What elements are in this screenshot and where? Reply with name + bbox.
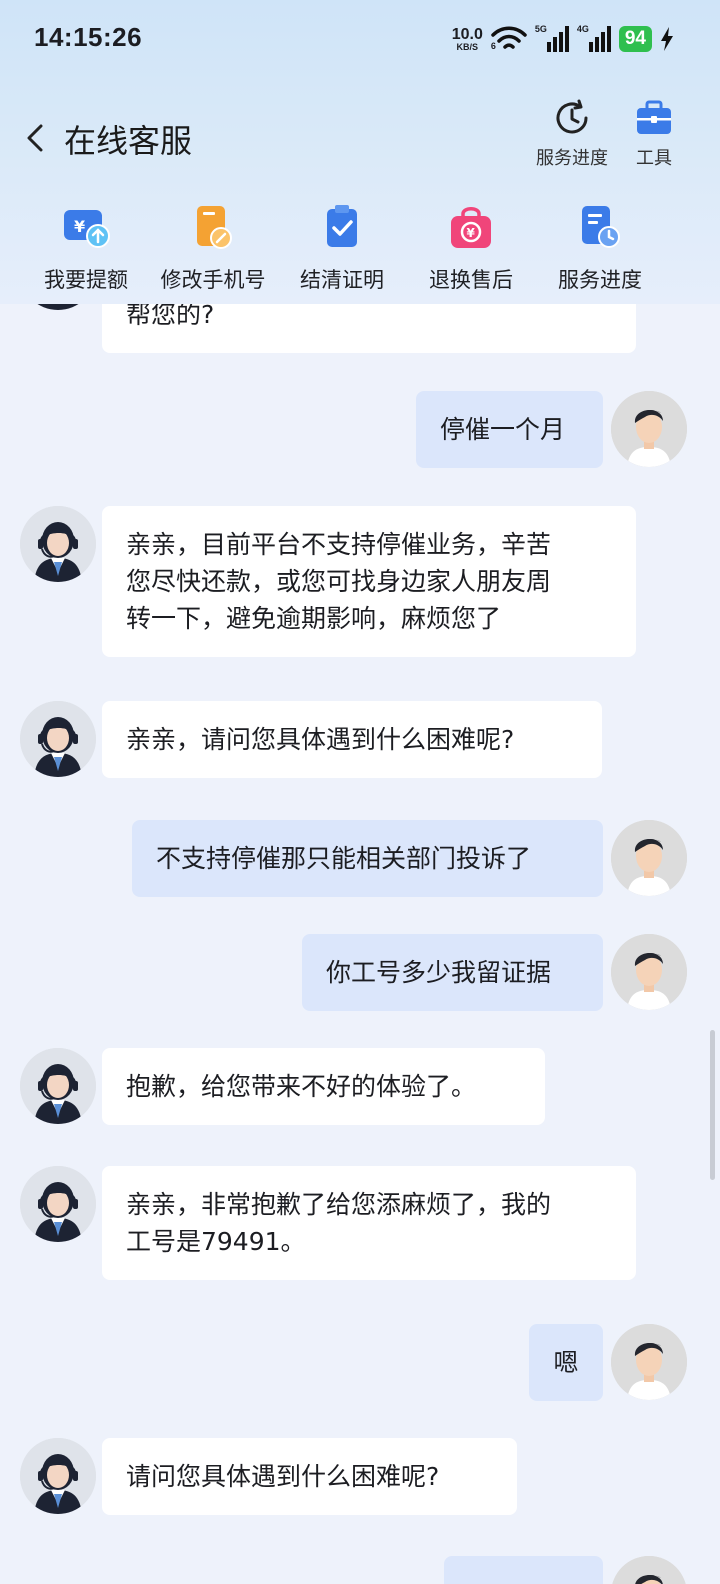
message-text: 不支持停催那只能相关部门投诉了 xyxy=(156,844,532,873)
phone-edit-icon xyxy=(197,206,232,249)
user-message-bubble: 你工号多少我留证据 xyxy=(302,934,603,1011)
svg-text:¥: ¥ xyxy=(74,217,85,236)
quick-item-change-phone[interactable]: 修改手机号 xyxy=(148,204,278,294)
message-text: 请问您具体遇到什么困难呢? xyxy=(126,1462,440,1491)
scrollbar-thumb[interactable] xyxy=(710,1030,715,1180)
message-line: 转一下，避免逾期影响，麻烦您了 xyxy=(126,604,502,633)
agent-avatar xyxy=(20,1048,96,1124)
signal-5g-tag: 5G xyxy=(534,24,547,34)
user-avatar xyxy=(611,820,687,896)
user-message-bubble: 停催一个月 xyxy=(416,391,603,468)
agent-message-bubble: 亲亲，非常抱歉了给您添麻烦了，我的 工号是79491。 xyxy=(102,1166,636,1280)
message-text: 亲亲，请问您具体遇到什么困难呢? xyxy=(126,725,515,754)
user-message-bubble: 嗯 xyxy=(529,1324,603,1401)
document-clock-icon xyxy=(582,206,620,248)
agent-message-bubble: 请问您具体遇到什么困难呢? xyxy=(102,1438,517,1515)
quick-item-raise-limit[interactable]: ¥ 我要提额 xyxy=(21,204,151,294)
agent-message-bubble: 亲亲，目前平台不支持停催业务，辛苦 您尽快还款，或您可找身边家人朋友周 转一下，… xyxy=(102,506,636,657)
net-speed-value: 10.0 xyxy=(451,25,483,43)
user-avatar xyxy=(611,934,687,1010)
wifi-tag: 6 xyxy=(490,41,496,51)
charging-icon xyxy=(661,27,673,51)
svg-text:¥: ¥ xyxy=(467,226,476,240)
quick-item-after-sales[interactable]: ¥ 退换售后 xyxy=(406,204,536,294)
agent-message-bubble: 帮您的? xyxy=(102,304,636,353)
user-avatar xyxy=(611,1324,687,1400)
wallet-upgrade-icon: ¥ xyxy=(64,210,110,248)
agent-avatar xyxy=(20,701,96,777)
message-text: 停催一个月 xyxy=(440,415,566,444)
quick-item-label: 结清证明 xyxy=(300,268,384,292)
quick-item-label: 我要提额 xyxy=(44,268,128,292)
tools-label: 工具 xyxy=(636,148,672,169)
quick-item-settlement-proof[interactable]: 结清证明 xyxy=(277,204,407,294)
user-message-bubble: 不支持停催那只能相关部门投诉了 xyxy=(132,820,603,897)
quick-item-label: 服务进度 xyxy=(558,268,642,292)
battery-level: 94 xyxy=(618,26,652,52)
briefcase-icon xyxy=(637,100,671,134)
agent-message-bubble: 亲亲，请问您具体遇到什么困难呢? xyxy=(102,701,602,778)
net-speed-unit: KB/S xyxy=(456,41,479,52)
status-time: 14:15:26 xyxy=(34,22,143,52)
message-line: 亲亲，目前平台不支持停催业务，辛苦 xyxy=(126,530,552,559)
clock-refresh-icon xyxy=(556,99,588,134)
agent-avatar xyxy=(20,1166,96,1242)
status-bar: 14:15:26 10.0 KB/S 6 5G 4G 94 xyxy=(0,0,720,80)
service-progress-label: 服务进度 xyxy=(536,148,608,169)
user-avatar xyxy=(611,1556,687,1584)
tools-button[interactable]: 工具 xyxy=(634,98,674,170)
service-progress-button[interactable]: 服务进度 xyxy=(536,98,608,170)
message-text: 帮您的? xyxy=(126,304,215,329)
signal-4g-tag: 4G xyxy=(576,24,589,34)
message-line: 您尽快还款，或您可找身边家人朋友周 xyxy=(126,567,552,596)
agent-avatar xyxy=(20,506,96,582)
net-speed: 10.0 KB/S xyxy=(451,25,483,52)
message-line: 工号是79491。 xyxy=(126,1227,306,1256)
signal-5g-icon: 5G xyxy=(534,24,569,52)
agent-avatar xyxy=(20,1438,96,1514)
header-area: 14:15:26 10.0 KB/S 6 5G 4G 94 在线客服 服务进度 … xyxy=(0,0,720,304)
quick-item-service-progress[interactable]: 服务进度 xyxy=(535,204,665,294)
quick-actions-bar: ¥ 我要提额 修改手机号 结清证明 ¥ 退换售后 服务进度 xyxy=(0,200,720,300)
signal-4g-icon: 4G xyxy=(576,24,611,52)
shopping-bag-icon: ¥ xyxy=(451,207,491,248)
nav-bar: 在线客服 服务进度 工具 xyxy=(0,90,720,190)
wifi-icon: 6 xyxy=(491,25,527,53)
quick-item-label: 退换售后 xyxy=(429,268,513,292)
message-text: 你工号多少我留证据 xyxy=(326,958,552,987)
message-text: 嗯 xyxy=(553,1348,579,1377)
agent-message-bubble: 抱歉，给您带来不好的体验了。 xyxy=(102,1048,545,1125)
message-text: 抱歉，给您带来不好的体验了。 xyxy=(126,1072,477,1101)
agent-avatar xyxy=(20,304,96,310)
back-button[interactable] xyxy=(20,118,50,158)
status-icons: 10.0 KB/S 6 5G 4G 94 xyxy=(452,22,674,56)
chevron-left-icon xyxy=(27,124,43,152)
message-line: 亲亲，非常抱歉了给您添麻烦了，我的 xyxy=(126,1190,552,1219)
user-avatar xyxy=(611,391,687,467)
quick-item-label: 修改手机号 xyxy=(160,268,266,292)
page-title: 在线客服 xyxy=(64,122,193,160)
clipboard-check-icon xyxy=(327,205,357,247)
user-message-bubble xyxy=(444,1556,603,1584)
chat-message-list[interactable]: 帮您的? 停催一个月 亲亲，目前平台不支持停催业务，辛苦 您尽快还款，或您可找身… xyxy=(0,304,720,1584)
